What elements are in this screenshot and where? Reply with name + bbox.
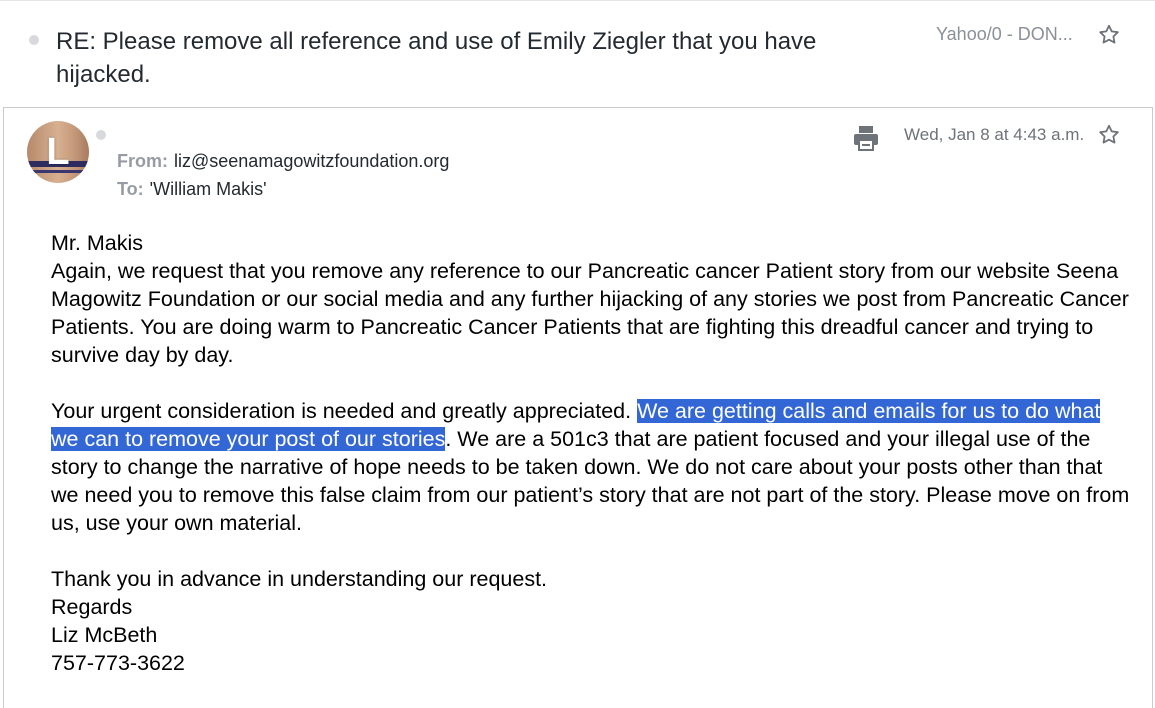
greeting: Mr. Makis xyxy=(51,231,143,255)
signature-phone: 757-773-3622 xyxy=(51,651,185,675)
thread-subject: RE: Please remove all reference and use … xyxy=(56,28,817,88)
to-label: To: xyxy=(117,179,144,199)
sender-email[interactable]: liz@seenamagowitzfoundation.org xyxy=(174,151,449,171)
unread-dot-icon[interactable] xyxy=(96,130,106,140)
avatar-letter: L xyxy=(46,131,70,173)
closing-line: Regards xyxy=(51,595,133,619)
thread-header: RE: Please remove all reference and use … xyxy=(0,0,1155,107)
unread-dot-icon[interactable] xyxy=(29,35,39,45)
from-line: From: liz@seenamagowitzfoundation.org xyxy=(117,151,449,172)
folder-label[interactable]: Yahoo/0 - DON... xyxy=(936,24,1073,45)
from-label: From: xyxy=(117,151,168,171)
avatar[interactable]: L xyxy=(27,121,89,183)
body-paragraph-2-start: Your urgent consideration is needed and … xyxy=(51,399,638,423)
recipient-name[interactable]: 'William Makis' xyxy=(150,179,267,199)
message-card: L Wed, Jan 8 at 4:43 a.m. From: liz@seena… xyxy=(3,107,1153,708)
message-body: Mr. Makis Again, we request that you rem… xyxy=(51,229,1131,677)
body-paragraph-2: Your urgent consideration is needed and … xyxy=(51,397,1131,537)
printer-icon[interactable] xyxy=(852,125,880,151)
star-icon[interactable] xyxy=(1097,23,1121,47)
body-paragraph-1: Again, we request that you remove any re… xyxy=(51,259,1129,367)
signature-name: Liz McBeth xyxy=(51,623,158,647)
message-date: Wed, Jan 8 at 4:43 a.m. xyxy=(904,125,1085,144)
star-icon[interactable] xyxy=(1097,123,1121,147)
thanks-line: Thank you in advance in understanding ou… xyxy=(51,567,548,591)
to-line: To: 'William Makis' xyxy=(117,179,267,200)
